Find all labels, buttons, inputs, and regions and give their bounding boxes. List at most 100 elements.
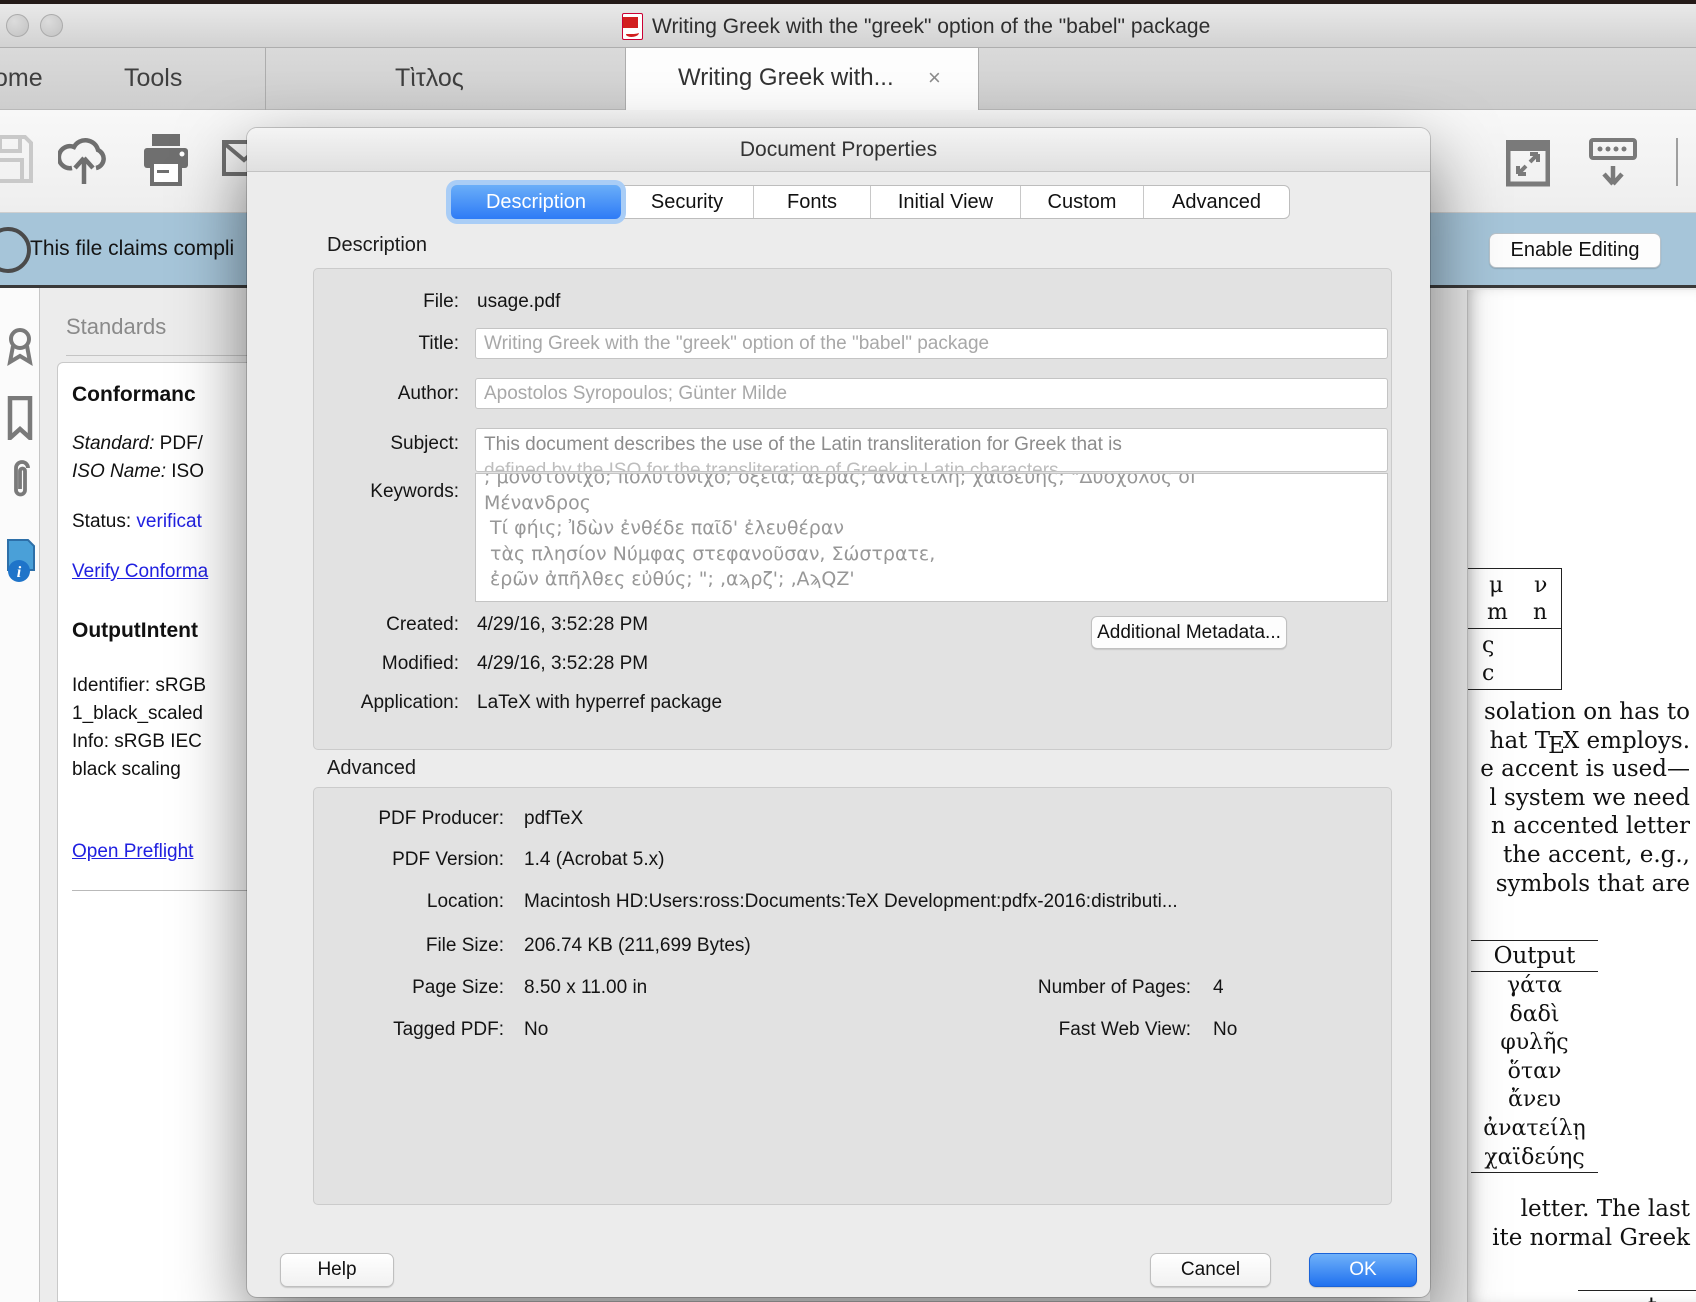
window-titlebar: Writing Greek with the "greek" option of… (0, 4, 1696, 48)
location-value: Macintosh HD:Users:ross:Documents:TeX De… (524, 891, 1178, 913)
pdf-version-value: 1.4 (Acrobat 5.x) (524, 849, 664, 871)
pdf-page: μ ν m n ς c solation on has to hat TEX e… (1467, 290, 1696, 1302)
title-input[interactable]: Writing Greek with the "greek" option of… (475, 328, 1388, 359)
table-cell: μ (1489, 573, 1503, 598)
output-table-row: δαδὶ (1471, 1001, 1598, 1030)
tab-fonts[interactable]: Fonts (754, 186, 871, 218)
status-label: Status: (72, 511, 136, 532)
close-tab-icon[interactable]: × (928, 65, 941, 91)
identifier-line: Identifier: sRGB (72, 675, 206, 697)
window-title: Writing Greek with the "greek" option of… (652, 15, 1210, 39)
output-intent-heading: OutputIntent (72, 619, 198, 643)
document-viewer: μ ν m n ς c solation on has to hat TEX e… (1430, 288, 1696, 1302)
table-cell: ν (1534, 573, 1547, 598)
document-properties-dialog: Document Properties Description Security… (247, 128, 1430, 1297)
advanced-group: PDF Producer: pdfTeX PDF Version: 1.4 (A… (313, 787, 1392, 1205)
window-close-button[interactable] (6, 14, 29, 37)
tab-security[interactable]: Security (621, 186, 754, 218)
bookmarks-panel-icon[interactable] (7, 396, 33, 440)
window-minimize-button[interactable] (40, 14, 63, 37)
dialog-title: Document Properties (247, 128, 1430, 172)
table-cell: ς (1482, 633, 1494, 658)
toolbar-collapse-icon[interactable] (1589, 138, 1637, 188)
page-size-value: 8.50 x 11.00 in (524, 977, 647, 999)
keywords-line: ; μονοτονιχο; πολυτονιχο; οξεια; αερας; … (484, 473, 1379, 491)
tab-advanced[interactable]: Advanced (1144, 186, 1289, 218)
stamp-panel-icon[interactable] (6, 328, 34, 366)
additional-metadata-button[interactable]: Additional Metadata... (1091, 616, 1287, 649)
application-value: LaTeX with hyperref package (477, 692, 722, 714)
file-size-label: File Size: (314, 935, 504, 957)
modified-value: 4/29/16, 3:52:28 PM (477, 653, 648, 675)
keywords-line: τὰς πλησίον Νύμφας στεφανοῦσαν, Σώστρατε… (484, 542, 1379, 568)
tab-active-document[interactable]: Writing Greek with... × (625, 48, 979, 110)
screen: Writing Greek with the "greek" option of… (0, 0, 1696, 1302)
tab-tools[interactable]: Tools (124, 64, 182, 93)
tab-description[interactable]: Description (451, 185, 621, 219)
standards-panel-icon[interactable]: i (4, 538, 38, 586)
pdf-text-line: solation on has to (1468, 698, 1690, 727)
pdf-text-line: the accent, e.g., (1468, 841, 1690, 870)
subject-label: Subject: (314, 433, 459, 455)
subject-input[interactable]: This document describes the use of the L… (475, 428, 1388, 472)
save-icon[interactable] (0, 134, 34, 184)
cancel-button[interactable]: Cancel (1150, 1253, 1271, 1287)
enable-editing-button[interactable]: Enable Editing (1489, 233, 1661, 268)
keywords-input[interactable]: ; μονοτονιχο; πολυτονιχο; οξεια; αερας; … (475, 473, 1388, 602)
tab-titlos[interactable]: Τὶτλος (395, 64, 464, 93)
description-group: File: usage.pdf Title: Writing Greek wit… (313, 268, 1392, 750)
toolbar-divider (1676, 138, 1678, 186)
share-upload-icon[interactable] (58, 132, 110, 190)
standard-row: Standard: PDF/ (72, 433, 203, 455)
tagged-pdf-value: No (524, 1019, 548, 1041)
notification-badge-icon (0, 225, 32, 275)
pdf-text-line: letter. The last (1468, 1195, 1690, 1224)
created-value: 4/29/16, 3:52:28 PM (477, 614, 648, 636)
help-button[interactable]: Help (280, 1253, 394, 1287)
output-table-row: γάτα (1471, 972, 1598, 1001)
output-table-row: ἄνευ (1471, 1086, 1598, 1115)
file-value: usage.pdf (477, 291, 560, 313)
tab-home[interactable]: ome (0, 64, 43, 93)
tab-divider (265, 48, 266, 110)
pdf-file-icon (622, 13, 643, 40)
svg-text:i: i (17, 564, 22, 581)
status-row: Status: verificat (72, 511, 202, 533)
table-cell: m (1487, 600, 1508, 625)
advanced-section-heading: Advanced (327, 757, 416, 780)
identifier-line: 1_black_scaled (72, 703, 203, 725)
notification-message: This file claims compli (30, 237, 234, 261)
output-table-row: ὅταν (1471, 1058, 1598, 1087)
tab-initial-view[interactable]: Initial View (871, 186, 1021, 218)
pdf-paragraph: solation on has to hat TEX employs. e ac… (1468, 698, 1690, 898)
pdf-text-line: n accented letter (1468, 812, 1690, 841)
pdf-text-line: symbols that are (1468, 870, 1690, 899)
ok-button[interactable]: OK (1309, 1253, 1417, 1287)
pdf-text-line: l system we need (1468, 784, 1690, 813)
attachments-panel-icon[interactable] (6, 460, 36, 500)
print-icon[interactable] (140, 132, 192, 188)
modified-label: Modified: (314, 653, 459, 675)
tab-custom[interactable]: Custom (1021, 186, 1144, 218)
pdf-text-line: e accent is used— (1468, 755, 1690, 784)
keywords-label: Keywords: (314, 481, 459, 503)
file-label: File: (314, 291, 459, 313)
pdf-producer-value: pdfTeX (524, 808, 583, 830)
keywords-line: ἐρῶν ἀπῆλθες εὐθύς; "; ‚αϡρζ'; ‚ΑϡQZ' (484, 567, 1379, 593)
verify-conformance-link[interactable]: Verify Conforma (72, 561, 208, 583)
identifier-line: black scaling (72, 759, 181, 781)
fit-window-icon[interactable] (1506, 140, 1550, 188)
page-size-label: Page Size: (314, 977, 504, 999)
pdf-text-line-tex: hat TEX employs. (1468, 727, 1690, 756)
table-cell: n (1533, 600, 1547, 625)
pdf-mini-table: μ ν m n ς c (1468, 568, 1562, 690)
author-input[interactable]: Apostolos Syropoulos; Günter Milde (475, 378, 1388, 409)
identifier-line: Info: sRGB IEC (72, 731, 202, 753)
open-preflight-link[interactable]: Open Preflight (72, 841, 193, 863)
pdf-rule (1578, 1290, 1696, 1291)
active-tab-label: Writing Greek with... (678, 64, 894, 92)
tagged-pdf-label: Tagged PDF: (314, 1019, 504, 1041)
fast-web-view-value: No (1213, 1019, 1237, 1041)
standard-label: Standard: (72, 433, 154, 454)
pdf-bottom-text: letter. The last ite normal Greek (1468, 1195, 1690, 1252)
